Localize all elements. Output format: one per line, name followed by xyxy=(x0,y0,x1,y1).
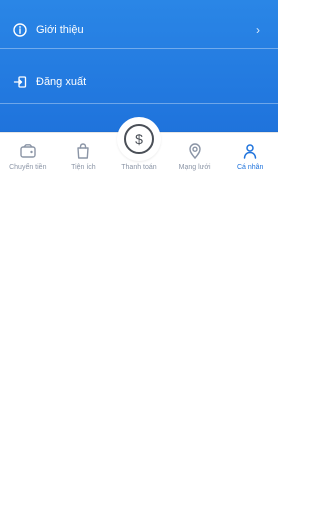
thanh-toan-bubble[interactable]: $ xyxy=(116,117,161,161)
tab-label: Chuyển tiền xyxy=(9,164,47,171)
logout-icon xyxy=(12,74,28,90)
wallet-transfer-icon xyxy=(19,142,37,160)
menu-item-label: Giới thiệu xyxy=(36,24,84,36)
tab-label: Thanh toán xyxy=(121,164,157,171)
divider xyxy=(0,48,278,49)
tab-mang-luoi[interactable]: Mạng lưới xyxy=(167,133,223,176)
settings-menu-panel: Giới thiệu › Đăng xuất xyxy=(0,0,278,132)
shopping-bag-icon xyxy=(74,142,92,160)
tab-label: Cá nhân xyxy=(236,164,264,171)
tab-label: Mạng lưới xyxy=(178,164,211,171)
info-icon xyxy=(12,22,28,38)
tab-chuyen-tien[interactable]: Chuyển tiền xyxy=(0,133,56,176)
tab-label: Tiện ích xyxy=(71,164,96,171)
bottom-tab-bar: Chuyển tiền Tiện ích $ Thanh toán Mạng l… xyxy=(0,117,278,176)
chevron-right-icon: › xyxy=(256,23,260,37)
tab-tien-ich[interactable]: Tiện ích xyxy=(56,133,112,176)
user-icon xyxy=(241,142,259,160)
svg-text:$: $ xyxy=(135,131,143,147)
divider xyxy=(0,103,278,104)
tab-thanh-toan[interactable]: $ Thanh toán xyxy=(111,117,167,176)
tab-list: Chuyển tiền Tiện ích $ Thanh toán Mạng l… xyxy=(0,117,278,176)
menu-item-label: Đăng xuất xyxy=(36,76,87,88)
menu-item-dang-xuat[interactable]: Đăng xuất xyxy=(0,56,278,108)
dollar-circle-icon: $ xyxy=(123,124,154,154)
tab-ca-nhan[interactable]: Cá nhân xyxy=(222,133,278,176)
location-pin-icon xyxy=(186,142,204,160)
app-screen: Giới thiệu › Đăng xuất Chuyển tiền Tiện … xyxy=(0,0,278,176)
